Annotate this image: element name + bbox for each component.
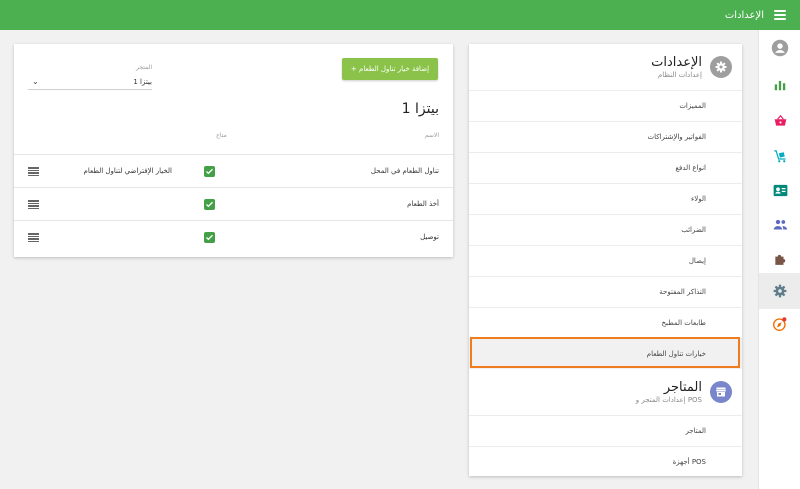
menu-item-loyalty[interactable]: الولاء: [469, 183, 742, 214]
menu-item-billing[interactable]: الفواتير والإشتراكات: [469, 121, 742, 152]
top-app-bar: الإعدادات: [0, 0, 800, 30]
column-header-available: متاح: [216, 132, 227, 139]
available-checkbox[interactable]: [204, 166, 215, 177]
rail-item-delivery[interactable]: [759, 138, 800, 174]
column-header-name: الاسم: [424, 132, 439, 139]
menu-item-payment-types[interactable]: انواع الدفع: [469, 152, 742, 183]
system-settings-subtitle: إعدادات النظام: [657, 70, 702, 79]
puzzle-icon: [775, 254, 786, 265]
gear-icon: [773, 284, 787, 298]
stores-settings-header: المتاجر إعدادات المتجر و POS: [469, 369, 742, 415]
check-icon: [206, 168, 213, 175]
people-icon: [773, 219, 787, 229]
default-option-label: الخيار الإفتراضي لتناول الطعام: [83, 167, 173, 175]
table-row[interactable]: أخذ الطعام: [14, 187, 453, 220]
store-select-value: بيتزا 1: [133, 78, 152, 86]
menu-item-pos-devices[interactable]: أجهزة POS: [469, 446, 742, 477]
menu-item-open-tickets[interactable]: التذاكر المفتوحة: [469, 276, 742, 307]
drag-handle-icon[interactable]: [28, 233, 39, 242]
store-title: بيتزا 1: [401, 101, 439, 117]
settings-section-icon: [710, 56, 732, 78]
nav-rail: [758, 30, 800, 489]
drag-handle-icon[interactable]: [28, 200, 39, 209]
system-settings-header: الإعدادات إعدادات النظام: [469, 44, 742, 90]
basket-icon: [774, 114, 786, 126]
page-title: الإعدادات: [724, 9, 764, 21]
available-checkbox[interactable]: [204, 199, 215, 210]
stores-settings-title: المتاجر: [663, 379, 702, 395]
chevron-down-icon: ⌄: [32, 77, 39, 86]
table-row[interactable]: تناول الطعام في المحل الخيار الإفتراضي ل…: [14, 154, 453, 187]
settings-nav-card: الإعدادات إعدادات النظام المميزات الفوات…: [469, 44, 742, 476]
rail-item-sales[interactable]: [759, 103, 800, 139]
menu-item-kitchen-printers[interactable]: طابعات المطبخ: [469, 307, 742, 338]
cart-delivery-icon: [773, 149, 785, 162]
menu-item-features[interactable]: المميزات: [469, 90, 742, 121]
menu-item-taxes[interactable]: الضرائب: [469, 214, 742, 245]
rail-item-account[interactable]: [759, 30, 800, 66]
storefront-icon: [716, 387, 726, 397]
stores-settings-subtitle: إعدادات المتجر و POS: [635, 395, 702, 404]
dining-options-card: + إضافة خيار تناول الطعام المتجر ⌄ بيتزا…: [14, 44, 453, 257]
store-section-icon: [710, 381, 732, 403]
gear-icon: [715, 61, 727, 73]
rail-item-support[interactable]: [759, 306, 800, 342]
dining-option-name: توصيل: [420, 233, 439, 241]
account-circle-icon: [771, 39, 789, 57]
menu-item-dining-options[interactable]: خيارات تناول الطعام: [469, 338, 742, 369]
check-icon: [206, 234, 213, 241]
check-icon: [206, 201, 213, 208]
available-checkbox[interactable]: [204, 232, 215, 243]
bar-chart-icon: [774, 80, 786, 91]
compass-icon: [773, 317, 787, 331]
rail-item-users[interactable]: [759, 206, 800, 242]
dining-option-name: أخذ الطعام: [407, 200, 439, 208]
rail-item-customers[interactable]: [759, 172, 800, 208]
menu-item-receipt[interactable]: إيصال: [469, 245, 742, 276]
rail-item-addons[interactable]: [759, 241, 800, 277]
contact-card-icon: [773, 184, 787, 196]
store-select[interactable]: ⌄ بيتزا 1: [28, 74, 152, 90]
rail-item-reports[interactable]: [759, 67, 800, 103]
drag-handle-icon[interactable]: [28, 167, 39, 176]
menu-item-stores[interactable]: المتاجر: [469, 415, 742, 446]
store-select-label: المتجر: [136, 64, 152, 71]
table-row[interactable]: توصيل: [14, 220, 453, 253]
system-settings-title: الإعدادات: [651, 54, 702, 70]
rail-item-settings[interactable]: [759, 273, 800, 309]
hamburger-icon[interactable]: [774, 10, 786, 20]
add-dining-option-button[interactable]: + إضافة خيار تناول الطعام: [342, 58, 438, 80]
dining-option-name: تناول الطعام في المحل: [370, 167, 439, 175]
